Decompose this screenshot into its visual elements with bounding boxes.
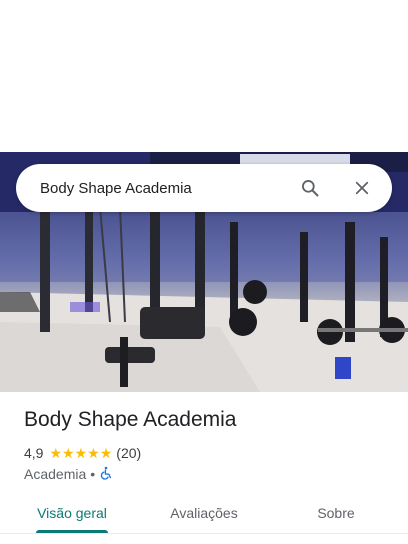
star-icon: ★	[49, 445, 63, 461]
close-icon[interactable]	[350, 176, 374, 200]
map-blank-area	[0, 0, 408, 152]
place-title: Body Shape Academia	[24, 408, 237, 431]
place-category: Academia	[24, 466, 87, 482]
tab-reviews[interactable]: Avaliações	[158, 496, 250, 534]
star-icon: ★	[99, 445, 113, 461]
separator-dot: •	[90, 466, 96, 482]
wheelchair-icon-glyph	[100, 466, 112, 480]
star-icon: ★	[87, 445, 100, 461]
tab-bar: Visão geral Avaliações Sobre	[0, 496, 408, 544]
tab-about[interactable]: Sobre	[300, 496, 372, 534]
rating-value: 4,9	[24, 445, 44, 461]
tab-divider	[0, 533, 408, 534]
search-input[interactable]: Body Shape Academia	[40, 180, 298, 197]
tab-overview[interactable]: Visão geral	[28, 496, 116, 534]
category-row: Academia •	[24, 465, 113, 483]
wheelchair-icon	[99, 466, 113, 483]
search-icon[interactable]	[298, 176, 322, 200]
star-rating: ★ ★ ★ ★ ★	[49, 446, 112, 460]
review-count[interactable]: (20)	[116, 445, 141, 461]
search-bar[interactable]: Body Shape Academia	[16, 164, 392, 212]
star-icon: ★	[74, 445, 88, 461]
search-icon-glyph	[302, 180, 319, 197]
rating-row[interactable]: 4,9 ★ ★ ★ ★ ★ (20)	[24, 444, 141, 462]
star-icon: ★	[62, 445, 75, 461]
close-icon-glyph	[355, 181, 369, 195]
